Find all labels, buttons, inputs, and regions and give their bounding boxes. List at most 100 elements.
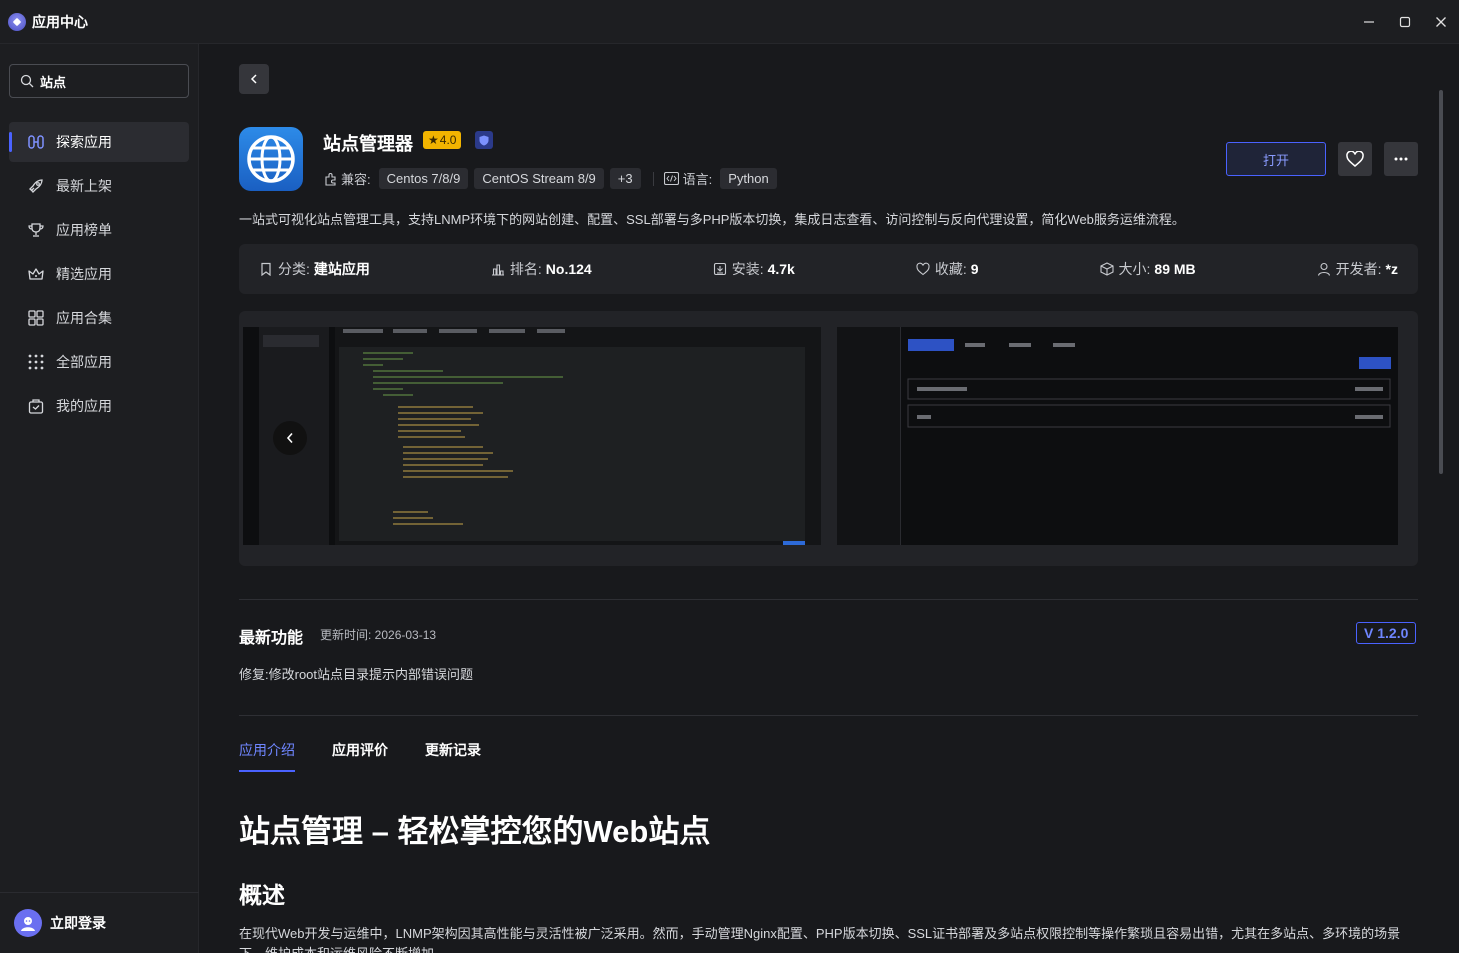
close-icon — [1436, 17, 1446, 27]
bag-icon — [26, 396, 46, 416]
sidebar-item-label: 全部应用 — [56, 354, 112, 370]
user-avatar-icon — [21, 917, 35, 931]
compat-more-chip[interactable]: +3 — [609, 168, 641, 189]
install-value: 4.7k — [767, 261, 795, 277]
shield-icon — [479, 135, 489, 145]
category-value: 建站应用 — [313, 261, 370, 277]
open-button[interactable]: 打开 — [1226, 142, 1326, 176]
sidebar-item-label: 我的应用 — [56, 398, 112, 414]
sidebar-item-explore[interactable]: 探索应用 — [9, 122, 189, 162]
stat-category: 分类: 建站应用 — [259, 259, 370, 279]
tab-reviews[interactable]: 应用评价 — [332, 740, 388, 772]
sidebar-item-new[interactable]: 最新上架 — [9, 166, 189, 206]
latest-features-title: 最新功能 — [239, 630, 304, 647]
code-icon — [663, 172, 679, 185]
gallery-prev-button[interactable] — [273, 421, 307, 455]
rank-value: No.124 — [545, 261, 592, 277]
bar-chart-icon — [491, 264, 504, 276]
app-meta-row: 兼容: Centos 7/8/9 CentOS Stream 8/9 +3 语言… — [323, 168, 783, 189]
lang-chip: Python — [720, 168, 777, 189]
compat-chip: Centos 7/8/9 — [378, 168, 469, 189]
minimize-icon — [1364, 21, 1374, 23]
screenshot-gallery — [239, 311, 1418, 566]
sidebar-item-ranking[interactable]: 应用榜单 — [9, 210, 189, 250]
sidebar-item-label: 探索应用 — [56, 134, 112, 150]
app-name: 站点管理器 — [323, 134, 413, 154]
app-logo-icon — [8, 12, 26, 31]
maximize-button[interactable] — [1387, 0, 1423, 44]
stat-rank: 排名: No.124 — [491, 259, 592, 279]
rating-badge: ★ 4.0 — [423, 131, 462, 149]
stats-bar: 分类: 建站应用 排名: No.124 安装: 4.7k 收藏: 9 大小: 89 MB … — [239, 244, 1418, 294]
verified-badge — [475, 131, 493, 149]
changelog-text: 修复:修改root站点目录提示内部错误问题 — [239, 667, 474, 682]
user-icon — [1317, 262, 1330, 276]
divider — [239, 715, 1418, 716]
download-icon — [713, 262, 726, 276]
back-button[interactable] — [239, 64, 269, 94]
size-value: 89 MB — [1154, 261, 1196, 277]
sidebar-item-label: 精选应用 — [56, 266, 112, 282]
sidebar-nav: 探索应用 最新上架 应用榜单 精选应用 应用合集 全部应用 我的应用 — [9, 122, 189, 430]
puzzle-icon — [325, 172, 336, 186]
sidebar-item-label: 最新上架 — [56, 178, 112, 194]
sidebar-item-label: 应用榜单 — [56, 222, 112, 238]
crown-icon — [26, 264, 46, 284]
window-controls — [1351, 0, 1459, 44]
sidebar-item-collections[interactable]: 应用合集 — [9, 298, 189, 338]
app-icon — [239, 127, 303, 191]
stat-size: 大小: 89 MB — [1099, 259, 1196, 279]
content-heading: 站点管理 – 轻松掌控您的Web站点 — [239, 814, 711, 849]
compat-chip: CentOS Stream 8/9 — [474, 168, 604, 189]
trophy-icon — [26, 220, 46, 240]
package-icon — [1099, 262, 1114, 276]
minimize-button[interactable] — [1351, 0, 1387, 44]
fav-value: 9 — [970, 261, 979, 277]
search-icon — [20, 74, 34, 88]
version-badge: V 1.2.0 — [1356, 622, 1417, 644]
bookmark-icon — [261, 262, 271, 276]
close-button[interactable] — [1423, 0, 1459, 44]
maximize-icon — [1399, 16, 1411, 28]
stat-install: 安装: 4.7k — [713, 259, 795, 279]
stat-fav: 收藏: 9 — [916, 259, 979, 279]
chevron-left-icon — [250, 74, 257, 84]
avatar[interactable] — [14, 909, 42, 937]
scrollbar[interactable] — [1439, 90, 1443, 474]
app-description: 一站式可视化站点管理工具，支持LNMP环境下的网站创建、配置、SSL部署与多PH… — [239, 212, 1185, 227]
content-paragraph: 在现代Web开发与运维中，LNMP架构因其高性能与灵活性被广泛采用。然而，手动管… — [239, 926, 1401, 953]
login-area[interactable]: 立即登录 — [0, 892, 199, 953]
compat-label: 兼容: — [323, 169, 371, 188]
sidebar-item-all[interactable]: 全部应用 — [9, 342, 189, 382]
globe-icon — [247, 135, 295, 183]
sidebar-item-featured[interactable]: 精选应用 — [9, 254, 189, 294]
star-icon: ★ — [428, 133, 439, 147]
title-bar: 应用中心 — [0, 0, 1459, 44]
main-content: 站点管理器 ★ 4.0 兼容: Centos 7/8/9 CentOS Stre… — [199, 44, 1447, 953]
search-input[interactable] — [40, 73, 170, 89]
stat-developer: 开发者: *z — [1317, 259, 1398, 279]
code-editor-screenshot — [259, 327, 821, 545]
sidebar: 探索应用 最新上架 应用榜单 精选应用 应用合集 全部应用 我的应用 — [0, 44, 199, 953]
divider — [239, 599, 1418, 600]
grid-icon — [26, 308, 46, 328]
sidebar-item-mine[interactable]: 我的应用 — [9, 386, 189, 426]
divider — [652, 171, 654, 186]
tab-changelog[interactable]: 更新记录 — [425, 740, 481, 772]
lang-label: 语言: — [663, 169, 712, 188]
developer-value: *z — [1385, 261, 1398, 277]
site-list-screenshot — [837, 327, 1391, 545]
heart-icon — [1346, 151, 1364, 167]
more-options-button[interactable] — [1384, 142, 1418, 176]
content-subheading: 概述 — [239, 882, 285, 908]
rating-value: 4.0 — [439, 133, 457, 147]
search-box[interactable] — [9, 64, 189, 98]
chevron-left-icon — [286, 432, 293, 444]
sidebar-item-label: 应用合集 — [56, 310, 112, 326]
rocket-icon — [26, 176, 46, 196]
screenshot-image[interactable] — [243, 327, 821, 545]
favorite-button[interactable] — [1338, 142, 1372, 176]
tab-intro[interactable]: 应用介绍 — [239, 740, 295, 772]
login-link[interactable]: 立即登录 — [50, 913, 106, 933]
screenshot-image[interactable] — [837, 327, 1398, 545]
